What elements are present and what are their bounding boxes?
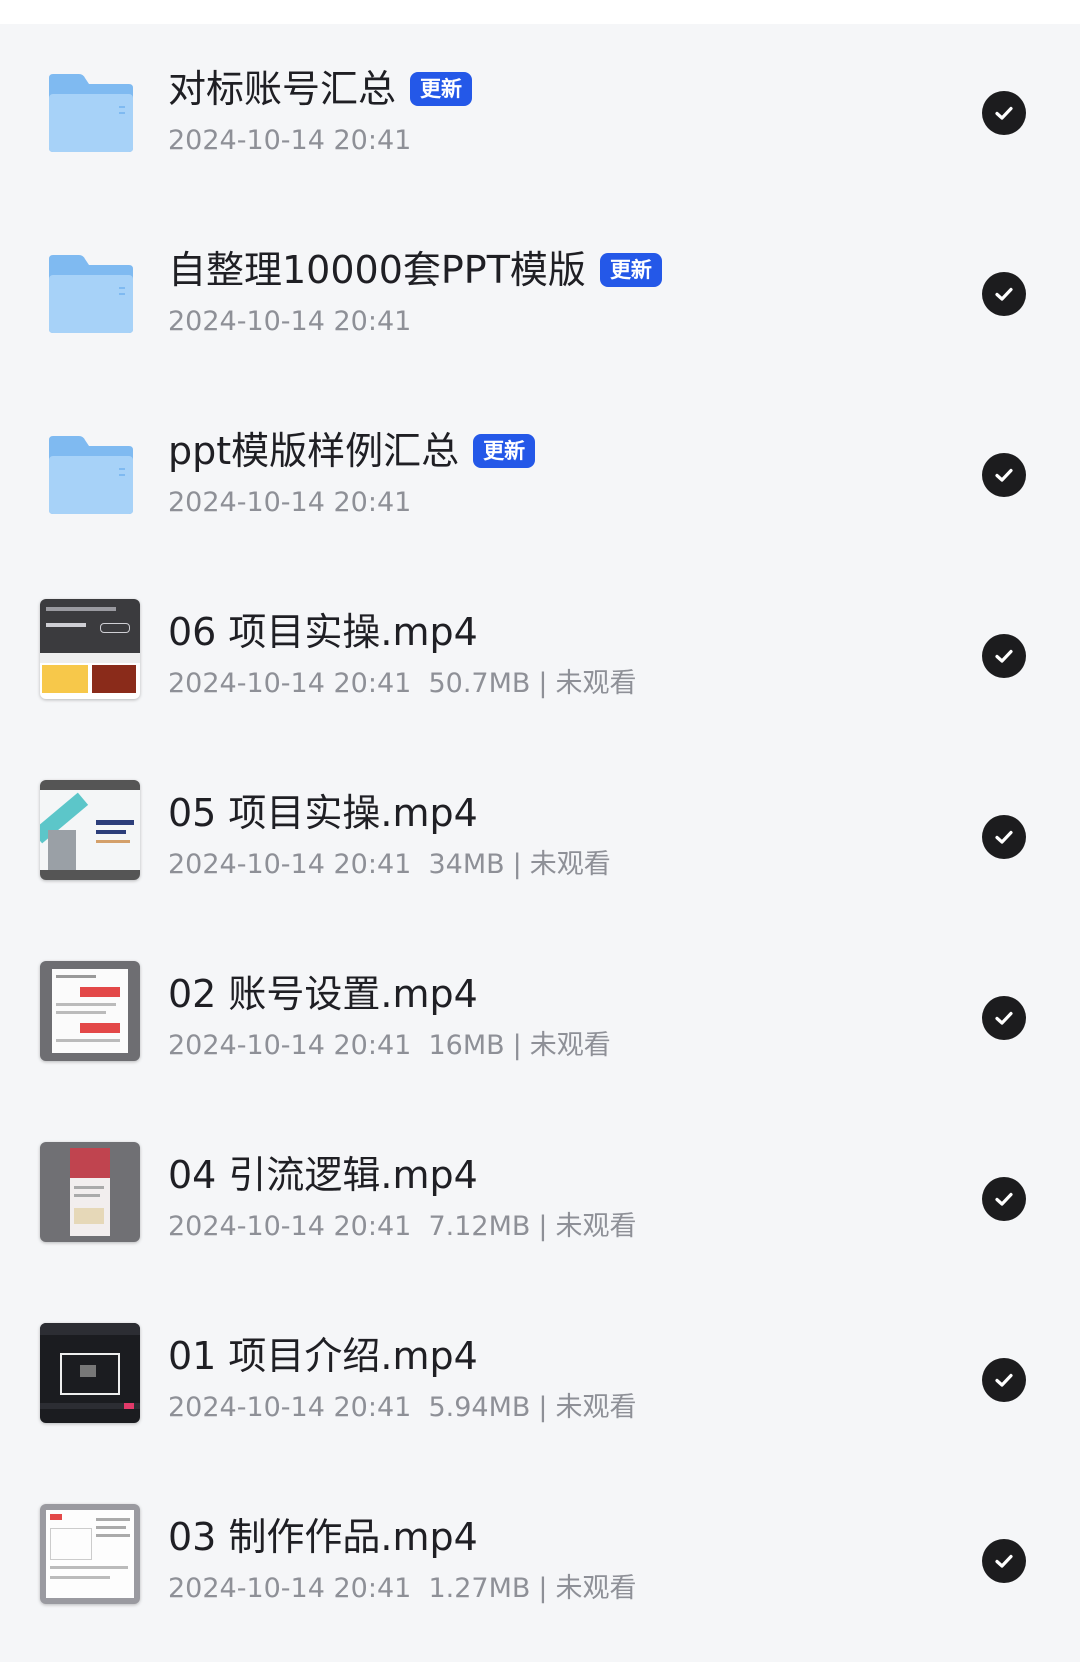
folder-icon (49, 74, 133, 152)
item-title: 对标账号汇总 (168, 67, 397, 111)
list-item[interactable]: 对标账号汇总 更新 2024-10-14 20:41 (0, 24, 1080, 205)
item-date: 2024-10-14 20:41 (168, 849, 412, 880)
item-date: 2024-10-14 20:41 (168, 1030, 412, 1061)
file-list-panel: 对标账号汇总 更新 2024-10-14 20:41 自整理10000套PPT模版… (0, 24, 1080, 1662)
meta-separator: | (538, 668, 548, 699)
item-date: 2024-10-14 20:41 (168, 1211, 412, 1242)
list-item[interactable]: 02 账号设置.mp4 2024-10-14 20:41 16MB | 未观看 (0, 929, 1080, 1110)
item-title: 05 项目实操.mp4 (168, 791, 478, 835)
watch-status: 未观看 (555, 1392, 637, 1423)
video-thumbnail (40, 1142, 140, 1242)
item-size: 34MB (428, 849, 505, 880)
item-title: ppt模版样例汇总 (168, 429, 460, 473)
meta-separator: | (538, 1573, 548, 1604)
item-size: 7.12MB (428, 1211, 531, 1242)
item-size: 1.27MB (428, 1573, 531, 1604)
check-circle-icon[interactable] (982, 91, 1026, 135)
video-thumbnail (40, 961, 140, 1061)
item-size: 5.94MB (428, 1392, 531, 1423)
check-circle-icon[interactable] (982, 1358, 1026, 1402)
check-circle-icon[interactable] (982, 453, 1026, 497)
update-badge: 更新 (410, 72, 473, 106)
video-thumbnail (40, 1504, 140, 1604)
item-date: 2024-10-14 20:41 (168, 306, 412, 337)
video-thumbnail (40, 1323, 140, 1423)
list-item[interactable]: 04 引流逻辑.mp4 2024-10-14 20:41 7.12MB | 未观看 (0, 1110, 1080, 1291)
check-circle-icon[interactable] (982, 272, 1026, 316)
check-circle-icon[interactable] (982, 634, 1026, 678)
list-item[interactable]: 自整理10000套PPT模版 更新 2024-10-14 20:41 (0, 205, 1080, 386)
item-title: 自整理10000套PPT模版 (168, 248, 586, 292)
item-title: 01 项目介绍.mp4 (168, 1334, 478, 1378)
item-date: 2024-10-14 20:41 (168, 668, 412, 699)
folder-icon (49, 255, 133, 333)
list-item[interactable]: 01 项目介绍.mp4 2024-10-14 20:41 5.94MB | 未观看 (0, 1291, 1080, 1472)
watch-status: 未观看 (529, 1030, 611, 1061)
item-date: 2024-10-14 20:41 (168, 1573, 412, 1604)
video-thumbnail (40, 599, 140, 699)
update-badge: 更新 (599, 253, 662, 287)
meta-separator: | (512, 849, 522, 880)
meta-separator: | (538, 1392, 548, 1423)
item-size: 50.7MB (428, 668, 531, 699)
video-thumbnail (40, 780, 140, 880)
check-circle-icon[interactable] (982, 996, 1026, 1040)
item-title: 02 账号设置.mp4 (168, 972, 478, 1016)
item-size: 16MB (428, 1030, 505, 1061)
folder-icon (49, 436, 133, 514)
item-date: 2024-10-14 20:41 (168, 125, 412, 156)
watch-status: 未观看 (555, 1573, 637, 1604)
list-item[interactable]: 03 制作作品.mp4 2024-10-14 20:41 1.27MB | 未观看 (0, 1472, 1080, 1653)
check-circle-icon[interactable] (982, 815, 1026, 859)
item-date: 2024-10-14 20:41 (168, 1392, 412, 1423)
list-item[interactable]: 06 项目实操.mp4 2024-10-14 20:41 50.7MB | 未观看 (0, 567, 1080, 748)
item-title: 03 制作作品.mp4 (168, 1515, 478, 1559)
item-date: 2024-10-14 20:41 (168, 487, 412, 518)
list-item[interactable]: ppt模版样例汇总 更新 2024-10-14 20:41 (0, 386, 1080, 567)
check-circle-icon[interactable] (982, 1177, 1026, 1221)
watch-status: 未观看 (555, 1211, 637, 1242)
watch-status: 未观看 (555, 668, 637, 699)
item-title: 04 引流逻辑.mp4 (168, 1153, 478, 1197)
watch-status: 未观看 (529, 849, 611, 880)
item-title: 06 项目实操.mp4 (168, 610, 478, 654)
list-item[interactable]: 05 项目实操.mp4 2024-10-14 20:41 34MB | 未观看 (0, 748, 1080, 929)
meta-separator: | (512, 1030, 522, 1061)
update-badge: 更新 (473, 434, 536, 468)
meta-separator: | (538, 1211, 548, 1242)
check-circle-icon[interactable] (982, 1539, 1026, 1583)
